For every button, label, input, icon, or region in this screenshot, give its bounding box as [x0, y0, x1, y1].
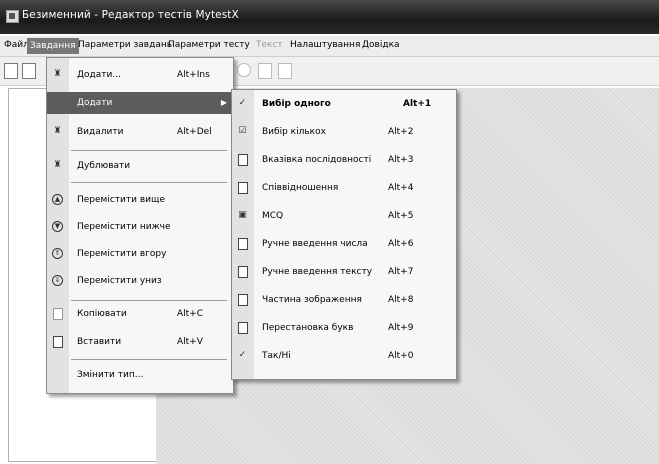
yes-no-icon: ✓ [238, 350, 247, 360]
menu-item-label: Ручне введення числа [262, 239, 368, 249]
menu-item-shortcut: Alt+6 [388, 239, 414, 249]
menu-separator [71, 182, 227, 183]
menu-item-shortcut: Alt+1 [403, 99, 432, 109]
menu-item-label: Копіювати [77, 309, 127, 319]
submenu-item-matching[interactable]: Співвідношення Alt+4 [232, 177, 456, 199]
menu-item-label: Видалити [77, 127, 124, 137]
menu-item-label: Додати [77, 98, 113, 108]
menu-item-shortcut: Alt+V [177, 337, 203, 347]
menu-separator [71, 300, 227, 301]
menu-item-shortcut: Alt+7 [388, 267, 414, 277]
submenu-item-single-choice[interactable]: ✓ Вибір одного Alt+1 [232, 93, 456, 115]
menu-item-add-dialog[interactable]: ♜ Додати... Alt+Ins [47, 64, 233, 86]
image-area-icon [237, 294, 248, 306]
move-down-icon: ▼ [52, 221, 63, 232]
menu-separator [71, 359, 227, 360]
menu-file[interactable]: Файл [4, 40, 29, 50]
menu-item-move-top[interactable]: ⇑ Перемістити вгору [47, 243, 233, 265]
menu-item-paste[interactable]: Вставити Alt+V [47, 331, 233, 353]
menu-item-move-up[interactable]: ▲ Перемістити вище [47, 189, 233, 211]
title-bar: Безименний - Редактор тестів MytestX [0, 0, 659, 34]
duplicate-task-icon: ♜ [53, 160, 62, 170]
menu-bar: Файл Завдання Параметри завдань Параметр… [0, 36, 659, 57]
move-top-icon: ⇑ [52, 248, 63, 259]
menu-item-move-bottom[interactable]: ⇓ Перемістити униз [47, 270, 233, 292]
menu-item-label: MCQ [262, 211, 284, 221]
menu-item-label: Частина зображення [262, 295, 362, 305]
menu-item-label: Вставити [77, 337, 122, 347]
menu-item-add-submenu[interactable]: Додати ▶ [47, 92, 233, 114]
submenu-item-text-input[interactable]: Ручне введення тексту Alt+7 [232, 261, 456, 283]
menu-item-shortcut: Alt+2 [388, 127, 414, 137]
menu-item-label: Змінити тип... [77, 370, 144, 380]
menu-item-shortcut: Alt+Ins [177, 70, 210, 80]
menu-item-label: Співвідношення [262, 183, 339, 193]
menu-item-label: Додати... [77, 70, 121, 80]
submenu-item-number-input[interactable]: Ручне введення числа Alt+6 [232, 233, 456, 255]
menu-item-label: Дублювати [77, 161, 131, 171]
menu-item-shortcut: Alt+3 [388, 155, 414, 165]
paste-icon [52, 336, 63, 348]
single-choice-icon: ✓ [238, 98, 247, 108]
menu-item-change-type[interactable]: Змінити тип... [47, 364, 233, 386]
menu-item-label: Вибір одного [262, 99, 331, 109]
menu-item-label: Вказівка послідовності [262, 155, 372, 165]
open-file-icon[interactable] [22, 63, 36, 79]
help-icon[interactable] [237, 63, 251, 77]
menu-item-label: Вибір кількох [262, 127, 326, 137]
mcq-icon: ▣ [238, 210, 247, 220]
submenu-item-multiple-choice[interactable]: ☑ Вибір кількох Alt+2 [232, 121, 456, 143]
menu-item-shortcut: Alt+0 [388, 351, 414, 361]
multiple-choice-icon: ☑ [238, 126, 247, 136]
menu-item-copy[interactable]: Копіювати Alt+C [47, 303, 233, 325]
tasks-dropdown-menu: ♜ Додати... Alt+Ins Додати ▶ ♜ Видалити … [46, 57, 234, 394]
menu-separator [71, 150, 227, 151]
menu-item-delete[interactable]: ♜ Видалити Alt+Del [47, 121, 233, 143]
add-task-icon: ♜ [53, 69, 62, 79]
menu-item-shortcut: Alt+Del [177, 127, 212, 137]
menu-text[interactable]: Текст [256, 40, 283, 50]
menu-item-label: Перемістити вгору [77, 249, 167, 259]
menu-item-label: Перемістити нижче [77, 222, 171, 232]
new-file-icon[interactable] [4, 63, 18, 79]
text-input-icon [237, 266, 248, 278]
copy-icon [52, 308, 63, 320]
menu-task-parameters[interactable]: Параметри завдань [78, 40, 172, 50]
window-title: Безименний - Редактор тестів MytestX [22, 9, 239, 21]
matching-icon [237, 182, 248, 194]
submenu-arrow-icon: ▶ [220, 98, 227, 107]
sequence-icon [237, 154, 248, 166]
menu-item-shortcut: Alt+5 [388, 211, 414, 221]
menu-item-move-down[interactable]: ▼ Перемістити нижче [47, 216, 233, 238]
menu-item-shortcut: Alt+9 [388, 323, 414, 333]
menu-item-label: Перемістити униз [77, 276, 162, 286]
submenu-item-mcq[interactable]: ▣ MCQ Alt+5 [232, 205, 456, 227]
submenu-item-sequence[interactable]: Вказівка послідовності Alt+3 [232, 149, 456, 171]
submenu-item-letter-permutation[interactable]: Перестановка букв Alt+9 [232, 317, 456, 339]
menu-item-duplicate[interactable]: ♜ Дублювати [47, 155, 233, 177]
menu-settings[interactable]: Налаштування [290, 40, 360, 50]
delete-task-icon: ♜ [53, 126, 62, 136]
menu-item-label: Так/Ні [262, 351, 291, 361]
menu-item-label: Ручне введення тексту [262, 267, 373, 277]
menu-item-label: Перемістити вище [77, 195, 166, 205]
paste-toolbar-icon[interactable] [278, 63, 292, 79]
menu-item-shortcut: Alt+C [177, 309, 204, 319]
move-bottom-icon: ⇓ [52, 275, 63, 286]
submenu-item-image-area[interactable]: Частина зображення Alt+8 [232, 289, 456, 311]
app-icon [6, 10, 19, 23]
menu-test-parameters[interactable]: Параметри тесту [168, 40, 250, 50]
number-input-icon [237, 238, 248, 250]
add-task-submenu: ✓ Вибір одного Alt+1 ☑ Вибір кількох Alt… [231, 89, 457, 380]
menu-help[interactable]: Довідка [362, 40, 400, 50]
menu-item-shortcut: Alt+8 [388, 295, 414, 305]
menu-tasks[interactable]: Завдання [27, 38, 79, 54]
letter-permutation-icon [237, 322, 248, 334]
menu-item-shortcut: Alt+4 [388, 183, 414, 193]
submenu-item-yes-no[interactable]: ✓ Так/Ні Alt+0 [232, 345, 456, 367]
move-up-icon: ▲ [52, 194, 63, 205]
copy-toolbar-icon[interactable] [258, 63, 272, 79]
menu-item-label: Перестановка букв [262, 323, 354, 333]
